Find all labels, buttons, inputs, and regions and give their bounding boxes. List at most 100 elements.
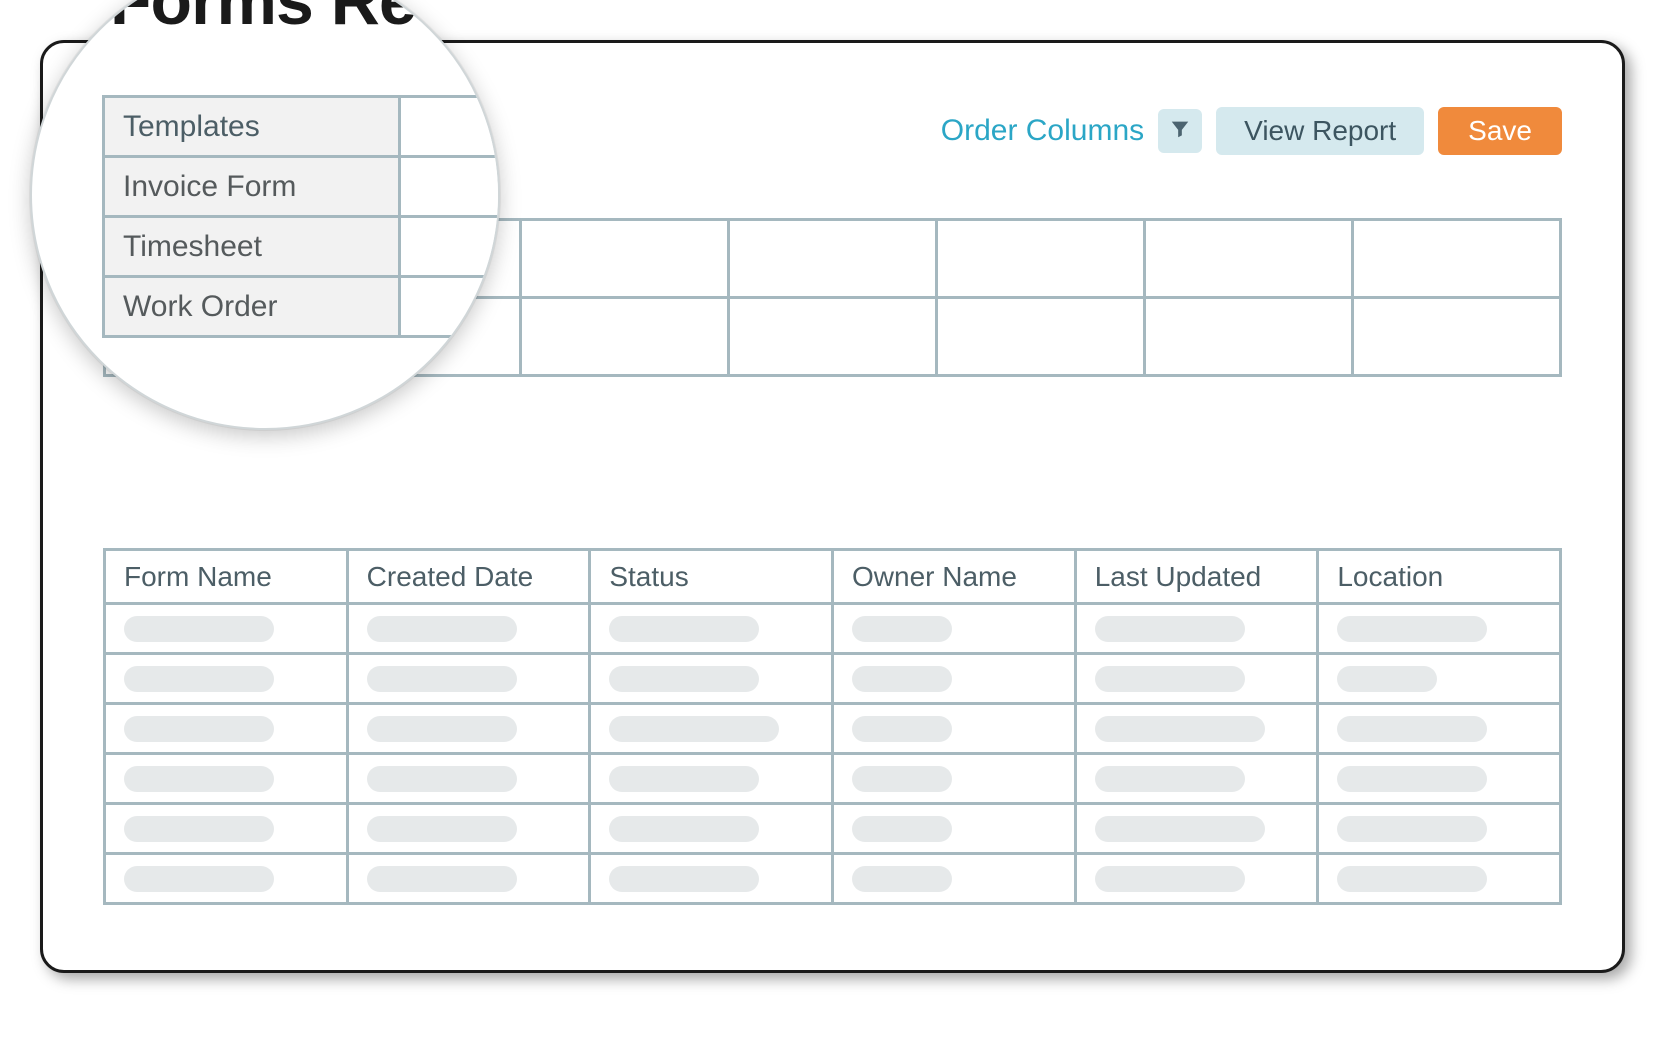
placeholder-pill bbox=[1095, 816, 1265, 842]
placeholder-pill bbox=[124, 716, 274, 742]
table-cell bbox=[1319, 655, 1562, 705]
table-row bbox=[106, 755, 1562, 805]
table-cell bbox=[106, 855, 349, 905]
upper-table-cell bbox=[938, 221, 1146, 299]
order-columns-link[interactable]: Order Columns bbox=[941, 114, 1144, 148]
table-cell bbox=[591, 855, 834, 905]
column-header[interactable]: Last Updated bbox=[1077, 551, 1320, 605]
table-cell bbox=[591, 705, 834, 755]
table-cell bbox=[1319, 705, 1562, 755]
upper-table-cell bbox=[730, 299, 938, 377]
table-cell bbox=[834, 655, 1077, 705]
column-header[interactable]: Form Name bbox=[106, 551, 349, 605]
table-cell bbox=[349, 855, 592, 905]
table-row bbox=[106, 655, 1562, 705]
upper-table-cell bbox=[1146, 299, 1354, 377]
placeholder-pill bbox=[609, 866, 759, 892]
placeholder-pill bbox=[852, 816, 952, 842]
placeholder-pill bbox=[609, 666, 759, 692]
template-item[interactable]: Invoice Form bbox=[105, 158, 500, 218]
placeholder-pill bbox=[124, 616, 274, 642]
upper-table-cell bbox=[1146, 221, 1354, 299]
placeholder-pill bbox=[367, 666, 517, 692]
table-cell bbox=[834, 755, 1077, 805]
table-row bbox=[106, 805, 1562, 855]
table-cell bbox=[834, 805, 1077, 855]
placeholder-pill bbox=[367, 616, 517, 642]
table-row bbox=[106, 605, 1562, 655]
placeholder-pill bbox=[609, 766, 759, 792]
placeholder-pill bbox=[124, 666, 274, 692]
table-cell bbox=[834, 605, 1077, 655]
templates-header: Templates bbox=[105, 98, 401, 158]
placeholder-pill bbox=[1337, 616, 1487, 642]
table-cell bbox=[106, 805, 349, 855]
placeholder-pill bbox=[1095, 716, 1265, 742]
placeholder-pill bbox=[1095, 666, 1245, 692]
placeholder-pill bbox=[124, 766, 274, 792]
table-cell bbox=[349, 655, 592, 705]
upper-table-cell bbox=[522, 221, 730, 299]
save-button[interactable]: Save bbox=[1438, 107, 1562, 155]
upper-table-cell bbox=[522, 299, 730, 377]
template-item-blank bbox=[401, 278, 500, 338]
templates-list: Templates Invoice FormTimesheetWork Orde… bbox=[102, 95, 500, 338]
table-cell bbox=[349, 705, 592, 755]
column-header[interactable]: Created Date bbox=[349, 551, 592, 605]
template-item[interactable]: Timesheet bbox=[105, 218, 500, 278]
placeholder-pill bbox=[852, 716, 952, 742]
table-cell bbox=[1319, 805, 1562, 855]
placeholder-pill bbox=[609, 816, 759, 842]
lower-table-header: Form NameCreated DateStatusOwner NameLas… bbox=[106, 551, 1562, 605]
view-report-button[interactable]: View Report bbox=[1216, 107, 1424, 155]
column-header[interactable]: Status bbox=[591, 551, 834, 605]
placeholder-pill bbox=[1337, 766, 1487, 792]
placeholder-pill bbox=[852, 666, 952, 692]
upper-table-cell bbox=[1354, 221, 1562, 299]
table-row bbox=[106, 705, 1562, 755]
table-cell bbox=[1077, 855, 1320, 905]
table-cell bbox=[1319, 605, 1562, 655]
column-header[interactable]: Owner Name bbox=[834, 551, 1077, 605]
table-cell bbox=[1319, 755, 1562, 805]
placeholder-pill bbox=[124, 866, 274, 892]
template-item-blank bbox=[401, 218, 500, 278]
placeholder-pill bbox=[609, 716, 779, 742]
table-cell bbox=[1319, 855, 1562, 905]
template-item-label: Timesheet bbox=[105, 218, 401, 278]
table-cell bbox=[106, 655, 349, 705]
toolbar: Order Columns View Report Save bbox=[941, 107, 1562, 155]
placeholder-pill bbox=[367, 866, 517, 892]
template-item-label: Work Order bbox=[105, 278, 401, 338]
table-cell bbox=[349, 755, 592, 805]
placeholder-pill bbox=[852, 766, 952, 792]
table-cell bbox=[106, 705, 349, 755]
table-cell bbox=[1077, 605, 1320, 655]
table-cell bbox=[591, 755, 834, 805]
placeholder-pill bbox=[367, 766, 517, 792]
table-cell bbox=[106, 755, 349, 805]
placeholder-pill bbox=[124, 816, 274, 842]
placeholder-pill bbox=[1337, 716, 1487, 742]
table-cell bbox=[1077, 655, 1320, 705]
template-item-blank bbox=[401, 158, 500, 218]
table-cell bbox=[1077, 755, 1320, 805]
table-cell bbox=[591, 655, 834, 705]
placeholder-pill bbox=[1337, 866, 1487, 892]
upper-table-cell bbox=[938, 299, 1146, 377]
table-row bbox=[106, 855, 1562, 905]
upper-table-cell bbox=[1354, 299, 1562, 377]
placeholder-pill bbox=[1337, 816, 1487, 842]
template-item-label: Invoice Form bbox=[105, 158, 401, 218]
column-header[interactable]: Location bbox=[1319, 551, 1562, 605]
filter-icon bbox=[1169, 118, 1191, 145]
table-cell bbox=[106, 605, 349, 655]
placeholder-pill bbox=[1095, 766, 1245, 792]
magnifier-title: Forms Re bbox=[110, 0, 416, 40]
filter-button[interactable] bbox=[1158, 109, 1202, 153]
placeholder-pill bbox=[852, 616, 952, 642]
templates-side-blank bbox=[401, 98, 500, 158]
template-item[interactable]: Work Order bbox=[105, 278, 500, 338]
lower-table: Form NameCreated DateStatusOwner NameLas… bbox=[103, 548, 1562, 905]
table-cell bbox=[834, 705, 1077, 755]
